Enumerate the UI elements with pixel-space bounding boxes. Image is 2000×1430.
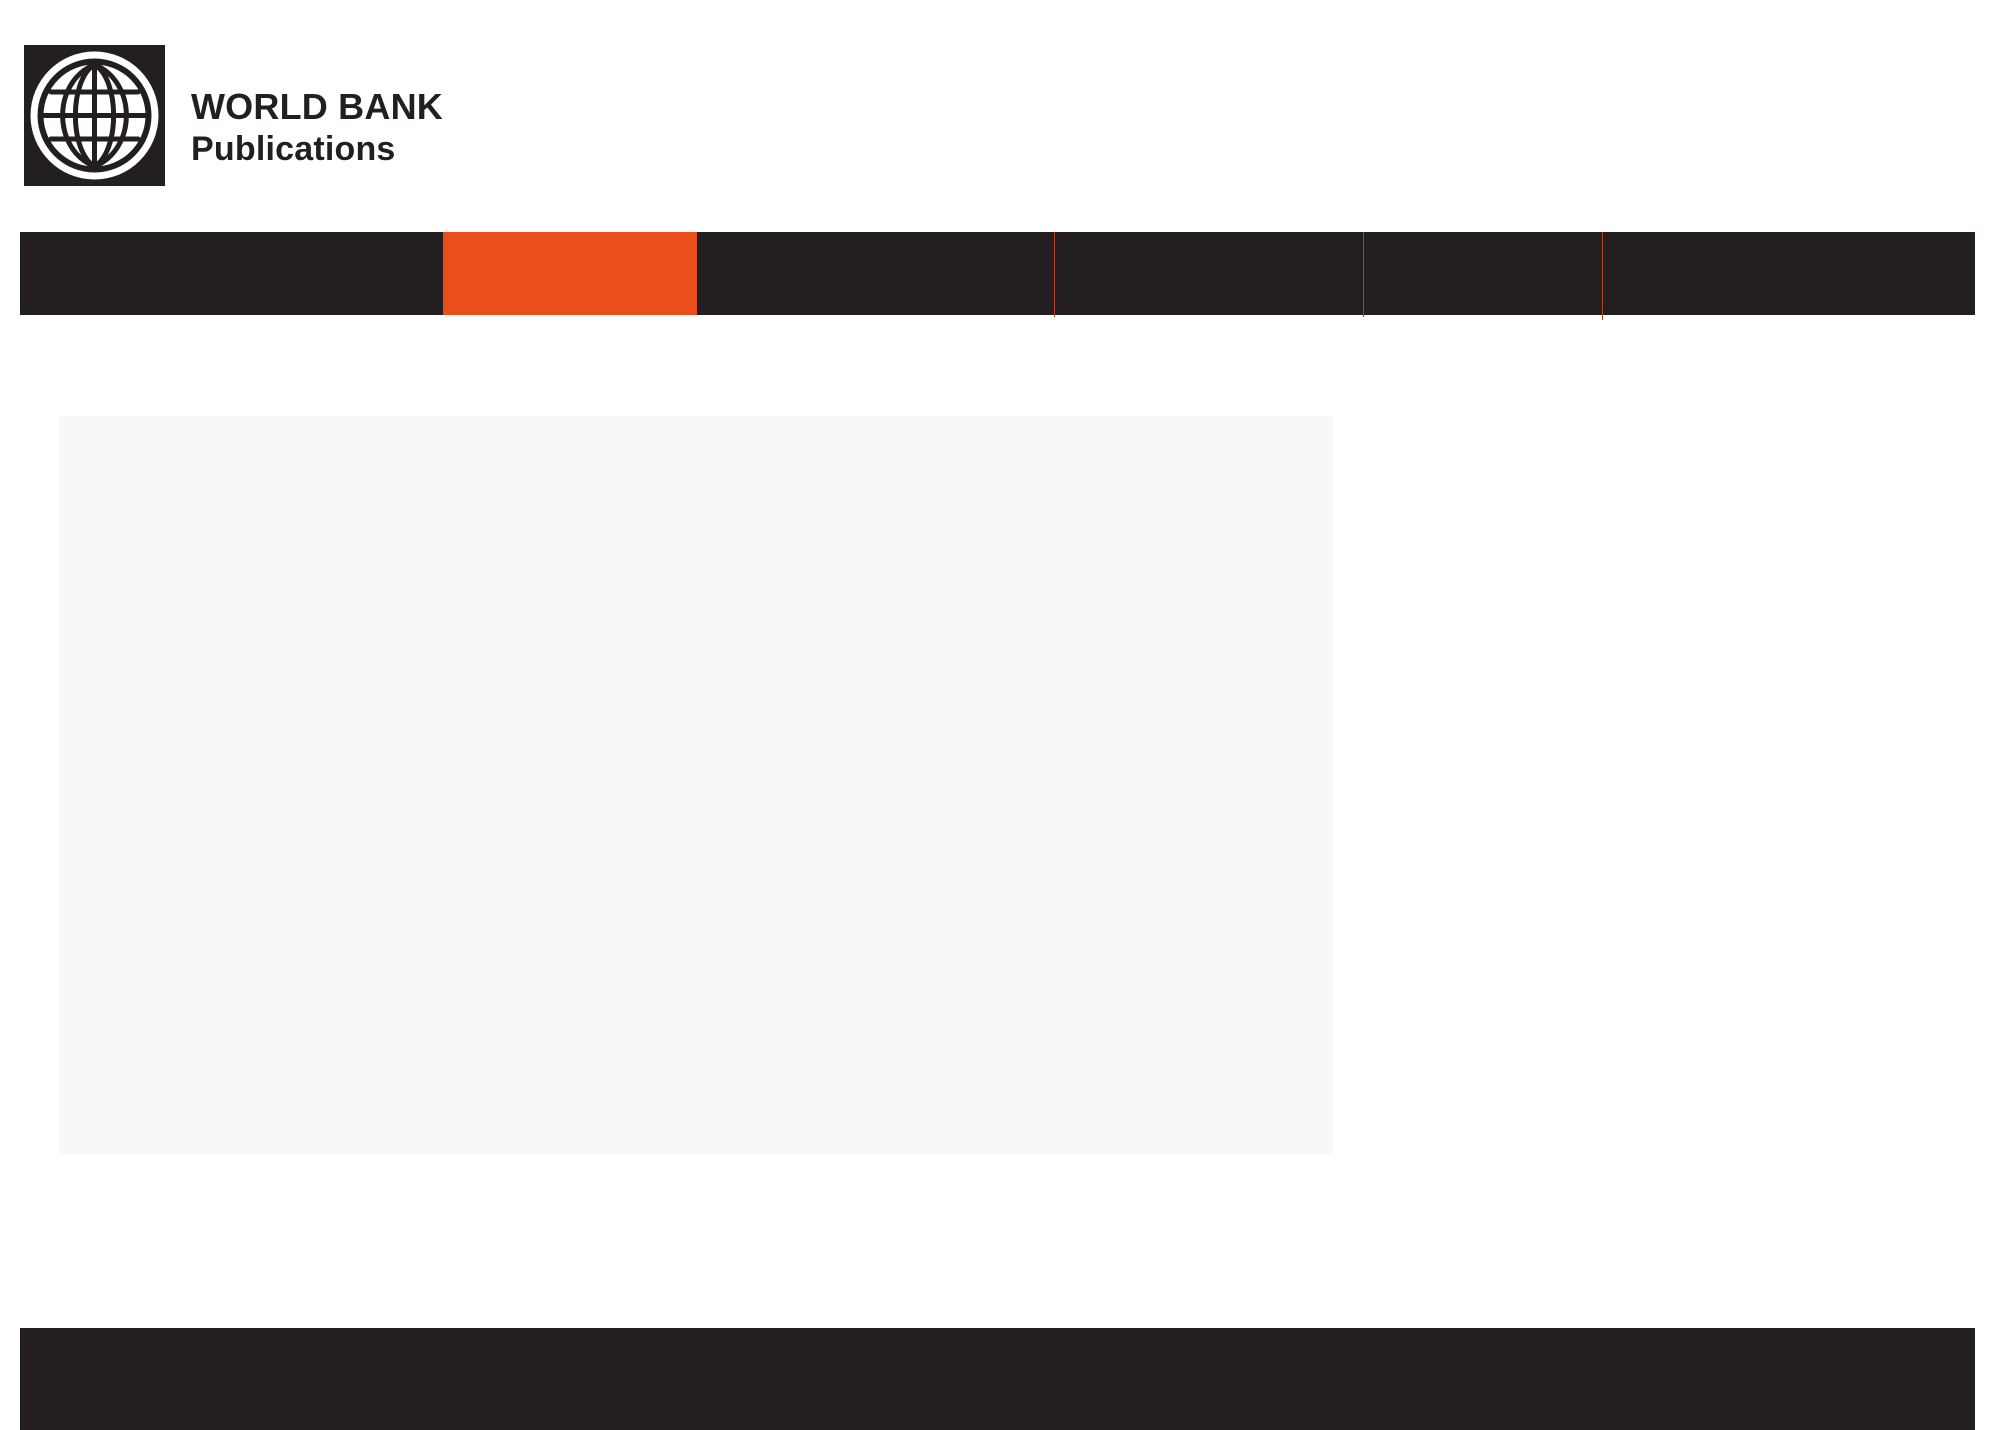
nav-item-6[interactable] [1603,232,1975,315]
nav-item-5[interactable] [1364,232,1602,315]
brand-text: WORLD BANK Publications [191,86,443,168]
nav-item-2-active[interactable] [443,232,697,315]
main-content-panel [59,416,1333,1154]
world-bank-logo[interactable] [24,45,165,186]
nav-item-4[interactable] [1055,232,1363,315]
nav-item-3[interactable] [697,232,1054,315]
main-navigation-bar [20,232,1975,320]
site-footer [20,1328,1975,1430]
brand-subtitle: Publications [191,130,396,168]
nav-item-1[interactable] [20,232,443,315]
site-header: WORLD BANK Publications [0,0,2000,220]
globe-icon [24,45,165,186]
brand-title: WORLD BANK [191,86,443,127]
